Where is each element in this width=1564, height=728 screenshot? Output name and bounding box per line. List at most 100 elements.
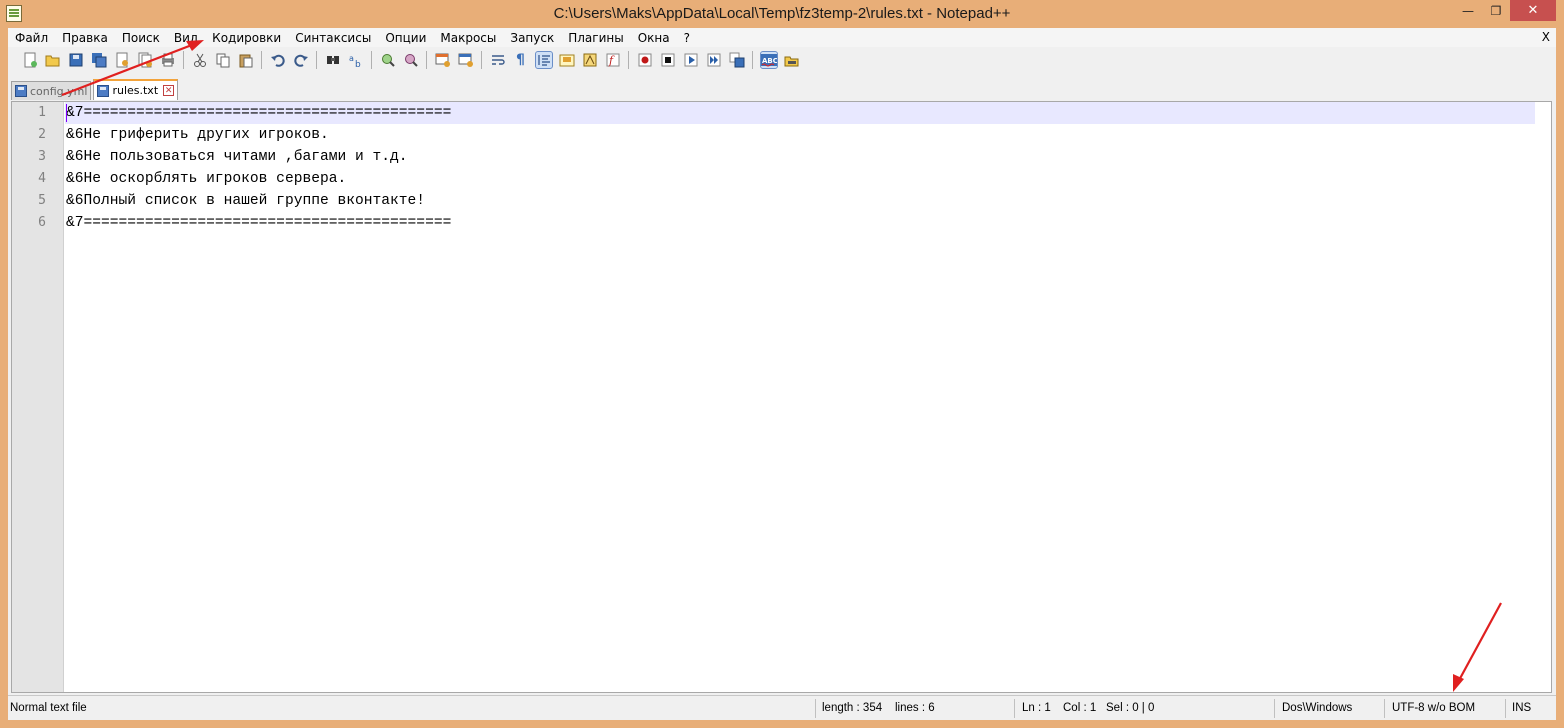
run-macro-multiple-icon[interactable] (706, 52, 722, 68)
tab-close-icon[interactable]: ✕ (163, 85, 175, 96)
toolbar-separator (316, 51, 317, 69)
line-number: 2 (38, 127, 46, 142)
line-number: 6 (38, 215, 46, 230)
editor-area[interactable]: 1 2 3 4 5 6 &7==========================… (11, 101, 1552, 693)
status-bar: Normal text file length : 354 lines : 6 … (8, 695, 1556, 720)
tab-rules-txt[interactable]: rules.txt ✕ (93, 79, 179, 100)
status-filetype: Normal text file (10, 702, 87, 714)
tab-label: rules.txt (112, 84, 159, 97)
record-macro-icon[interactable] (637, 52, 653, 68)
menu-bar: Файл Правка Поиск Вид Кодировки Синтакси… (8, 28, 1556, 47)
save-macro-icon[interactable] (729, 52, 745, 68)
doc-map-icon[interactable] (582, 52, 598, 68)
redo-icon[interactable] (293, 52, 309, 68)
status-divider (1274, 699, 1275, 718)
line-number: 3 (38, 149, 46, 164)
menu-help[interactable]: ? (677, 31, 697, 45)
status-lines: lines : 6 (895, 702, 935, 714)
sync-vertical-icon[interactable] (435, 52, 451, 68)
menu-view[interactable]: Вид (167, 31, 205, 45)
code-line[interactable]: &7======================================… (65, 102, 1535, 124)
tab-bar: config.yml rules.txt ✕ (8, 78, 1556, 100)
toolbar-separator (261, 51, 262, 69)
toolbar-separator (183, 51, 184, 69)
indent-guide-icon[interactable] (534, 51, 553, 69)
code-line[interactable]: &6Не гриферить других игроков. (65, 124, 1535, 146)
print-icon[interactable] (160, 52, 176, 68)
find-icon[interactable] (325, 52, 341, 68)
status-divider (815, 699, 816, 718)
toolbar-separator (752, 51, 753, 69)
status-divider (1505, 699, 1506, 718)
floppy-icon (97, 84, 110, 97)
main-window: Файл Правка Поиск Вид Кодировки Синтакси… (8, 28, 1556, 720)
line-number: 4 (38, 171, 46, 186)
status-eol[interactable]: Dos\Windows (1282, 696, 1352, 720)
line-number-gutter: 1 2 3 4 5 6 (12, 102, 64, 692)
line-number: 5 (38, 193, 46, 208)
stop-record-icon[interactable] (660, 52, 676, 68)
svg-text:a: a (349, 54, 354, 63)
open-file-icon[interactable] (45, 52, 61, 68)
menu-run[interactable]: Запуск (503, 31, 561, 45)
menu-plugins[interactable]: Плагины (561, 31, 630, 45)
code-line[interactable]: &7======================================… (65, 212, 1535, 234)
status-length: length : 354 (822, 702, 883, 714)
close-window-button[interactable]: ✕ (1510, 0, 1556, 21)
toolbar-separator (628, 51, 629, 69)
play-macro-icon[interactable] (683, 52, 699, 68)
tab-label: config.yml (30, 84, 88, 98)
word-wrap-icon[interactable] (490, 52, 506, 68)
window-title: C:\Users\Maks\AppData\Local\Temp\fz3temp… (553, 5, 1011, 22)
menu-macro[interactable]: Макросы (433, 31, 503, 45)
save-all-icon[interactable] (91, 52, 107, 68)
menu-encoding[interactable]: Кодировки (205, 31, 288, 45)
toolbar-separator (481, 51, 482, 69)
code-line[interactable]: &6Полный список в нашей группе вконтакте… (65, 190, 1535, 212)
close-document-button[interactable]: X (1542, 30, 1550, 44)
menu-settings[interactable]: Опции (378, 31, 433, 45)
code-line[interactable]: &6Не оскорблять игроков сервера. (65, 168, 1535, 190)
function-list-icon[interactable]: f (605, 52, 621, 68)
menu-window[interactable]: Окна (631, 31, 677, 45)
sync-horizontal-icon[interactable] (458, 52, 474, 68)
floppy-icon (15, 85, 27, 97)
window-controls: — ❐ ✕ (1454, 0, 1556, 21)
status-divider (1014, 699, 1015, 718)
status-encoding[interactable]: UTF-8 w/o BOM (1392, 696, 1475, 720)
minimize-button[interactable]: — (1454, 0, 1482, 21)
status-insert-mode[interactable]: INS (1512, 696, 1531, 720)
paste-icon[interactable] (238, 52, 254, 68)
code-line[interactable]: &6Не пользоваться читами ,багами и т.д. (65, 146, 1535, 168)
close-icon[interactable] (114, 52, 130, 68)
toolbar-separator (371, 51, 372, 69)
spell-check-icon[interactable]: ABC (759, 51, 778, 69)
zoom-out-icon[interactable] (403, 52, 419, 68)
line-number: 1 (38, 105, 46, 120)
plugin-icon[interactable] (784, 52, 800, 68)
show-all-chars-icon[interactable]: ¶ (513, 52, 529, 68)
copy-icon[interactable] (215, 52, 231, 68)
close-all-icon[interactable] (137, 52, 153, 68)
status-column: Col : 1 (1063, 702, 1097, 714)
toolbar-separator (426, 51, 427, 69)
status-line-number: Ln : 1 (1022, 702, 1051, 714)
status-divider (1384, 699, 1385, 718)
menu-language[interactable]: Синтаксисы (288, 31, 378, 45)
maximize-button[interactable]: ❐ (1482, 0, 1510, 21)
tab-config-yml[interactable]: config.yml (11, 81, 92, 100)
toolbar: ab ¶ f ABC (8, 48, 1556, 72)
user-defined-lang-icon[interactable] (559, 52, 575, 68)
menu-edit[interactable]: Правка (55, 31, 115, 45)
title-bar: C:\Users\Maks\AppData\Local\Temp\fz3temp… (0, 0, 1564, 28)
new-file-icon[interactable] (22, 52, 38, 68)
status-selection: Sel : 0 | 0 (1106, 702, 1155, 714)
menu-file[interactable]: Файл (8, 31, 55, 45)
zoom-in-icon[interactable] (380, 52, 396, 68)
undo-icon[interactable] (270, 52, 286, 68)
save-icon[interactable] (68, 52, 84, 68)
replace-icon[interactable]: ab (348, 52, 364, 68)
menu-search[interactable]: Поиск (115, 31, 167, 45)
cut-icon[interactable] (192, 52, 208, 68)
text-caret (66, 104, 67, 122)
